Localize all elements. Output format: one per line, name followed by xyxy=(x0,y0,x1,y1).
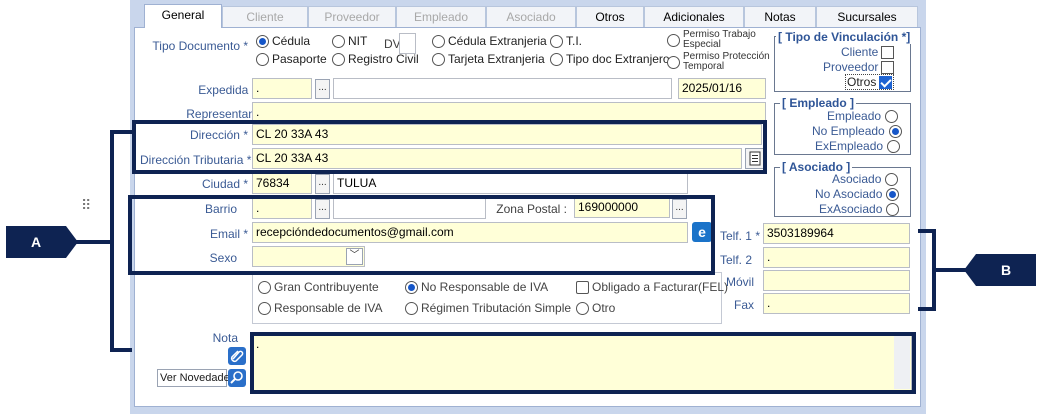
expedida-label: Expedida en xyxy=(198,83,265,97)
radio-circle xyxy=(576,301,589,315)
tab-bar: General Cliente Proveedor Empleado Asoci… xyxy=(134,4,921,28)
radio-circle xyxy=(885,109,899,123)
radio-no-empleado[interactable]: No Empleado xyxy=(812,124,902,138)
bracket-b-connector xyxy=(934,268,966,272)
radio-cedula[interactable]: Cédula xyxy=(256,34,310,48)
radio-permiso-proteccion[interactable]: Permiso Protección Temporal xyxy=(667,52,779,72)
empleado-title: [ Empleado ] xyxy=(780,96,857,110)
radio-circle xyxy=(667,55,680,69)
radio-circle xyxy=(886,187,900,201)
radio-tarjeta-extranjeria[interactable]: Tarjeta Extranjeria xyxy=(432,52,545,66)
telf1-input[interactable]: 3503189964 xyxy=(763,223,910,244)
ciudad-name-input[interactable]: TULUA xyxy=(333,173,688,194)
highlight-nota xyxy=(250,332,916,394)
check-obligado-facturar[interactable]: Obligado a Facturar(FEL) xyxy=(576,280,728,294)
radio-circle xyxy=(256,52,269,66)
radio-circle xyxy=(332,52,345,66)
check-otros[interactable]: Otros xyxy=(845,74,895,90)
dv-input[interactable] xyxy=(399,33,416,54)
tab-asociado[interactable]: Asociado xyxy=(486,6,576,27)
radio-circle xyxy=(887,139,901,153)
annotation-badge-a: A xyxy=(6,226,66,258)
tab-otros[interactable]: Otros xyxy=(576,6,644,27)
radio-no-asociado[interactable]: No Asociado xyxy=(815,187,900,201)
ciudad-code-input[interactable]: 76834 xyxy=(252,173,312,194)
radio-circle xyxy=(432,52,445,66)
telf2-label: Telf. 2 xyxy=(719,253,752,267)
telf2-input[interactable]: . xyxy=(763,247,910,268)
radio-circle xyxy=(667,33,680,47)
telf1-label: Telf. 1 * xyxy=(719,229,760,243)
tab-empleado[interactable]: Empleado xyxy=(396,6,486,27)
radio-circle xyxy=(888,124,902,138)
radio-registro-civil[interactable]: Registro Civil xyxy=(332,52,419,66)
search-icon[interactable] xyxy=(228,369,246,387)
representante-label: Representante xyxy=(186,107,265,121)
nota-label: Nota xyxy=(212,331,238,345)
highlight-contacto xyxy=(128,195,715,275)
radio-exasociado[interactable]: ExAsociado xyxy=(819,202,900,216)
tab-general[interactable]: General xyxy=(144,4,222,28)
expedida-lookup-button[interactable]: ... xyxy=(315,79,330,99)
radio-nit[interactable]: NIT xyxy=(332,34,367,48)
bracket-a-connector xyxy=(76,240,112,244)
checkbox-box xyxy=(879,75,893,89)
radio-responsable-iva[interactable]: Responsable de IVA xyxy=(258,301,383,315)
radio-ti[interactable]: T.I. xyxy=(550,34,582,48)
radio-exempleado[interactable]: ExEmpleado xyxy=(815,139,901,153)
radio-cedula-extranjeria[interactable]: Cédula Extranjeria xyxy=(432,34,547,48)
tab-cliente[interactable]: Cliente xyxy=(222,6,308,27)
radio-permiso-trabajo[interactable]: Permiso Trabajo Especial xyxy=(667,30,778,50)
radio-pasaporte[interactable]: Pasaporte xyxy=(256,52,327,66)
bracket-a-bottom xyxy=(110,348,132,352)
radio-circle xyxy=(332,34,345,48)
checkbox-box xyxy=(881,45,895,59)
tab-sucursales[interactable]: Sucursales xyxy=(816,6,918,27)
radio-circle xyxy=(886,202,900,216)
highlight-direccion xyxy=(132,120,767,174)
vinculacion-title: [ Tipo de Vinculación *] xyxy=(776,30,913,44)
movil-input[interactable] xyxy=(763,270,910,291)
radio-tipo-doc-extranjero[interactable]: Tipo doc Extranjero xyxy=(550,52,670,66)
expedida-code-input[interactable]: . xyxy=(252,78,312,99)
tab-adicionales[interactable]: Adicionales xyxy=(644,6,744,27)
checkbox-box xyxy=(576,280,589,294)
fax-input[interactable]: . xyxy=(763,293,910,314)
badge-a-arrow xyxy=(66,226,78,258)
radio-circle xyxy=(256,34,269,48)
ciudad-label: Ciudad * xyxy=(201,177,248,191)
radio-no-responsable-iva[interactable]: No Responsable de IVA xyxy=(405,280,548,294)
radio-circle xyxy=(432,34,445,48)
check-cliente[interactable]: Cliente xyxy=(841,45,895,59)
checkbox-box xyxy=(881,60,895,74)
radio-circle xyxy=(550,52,563,66)
expedida-name-input[interactable] xyxy=(333,78,672,99)
tab-notas[interactable]: Notas xyxy=(744,6,816,27)
annotation-badge-b: B xyxy=(976,254,1036,286)
ver-novedades-button[interactable]: Ver Novedades xyxy=(157,369,235,387)
radio-circle xyxy=(258,280,271,294)
tab-proveedor[interactable]: Proveedor xyxy=(308,6,396,27)
radio-circle xyxy=(405,301,418,315)
radio-asociado[interactable]: Asociado xyxy=(832,172,899,186)
tipo-documento-label: Tipo Documento * xyxy=(152,39,248,53)
radio-circle xyxy=(258,301,271,315)
attach-icon[interactable] xyxy=(228,347,246,365)
ciudad-lookup-button[interactable]: ... xyxy=(315,174,330,194)
radio-empleado[interactable]: Empleado xyxy=(827,109,899,123)
radio-regimen-simple[interactable]: Régimen Tributación Simple xyxy=(405,301,571,315)
radio-gran-contribuyente[interactable]: Gran Contribuyente xyxy=(258,280,379,294)
expedida-date-input[interactable]: 2025/01/16 xyxy=(678,78,766,99)
radio-circle xyxy=(550,34,563,48)
badge-b-arrow xyxy=(964,254,976,286)
radio-otro[interactable]: Otro xyxy=(576,301,615,315)
radio-circle xyxy=(405,280,418,294)
drag-handle-icon[interactable]: ⠿ xyxy=(81,198,91,218)
bracket-b-bottom xyxy=(918,307,936,311)
radio-circle xyxy=(885,172,899,186)
check-proveedor[interactable]: Proveedor xyxy=(823,60,895,74)
